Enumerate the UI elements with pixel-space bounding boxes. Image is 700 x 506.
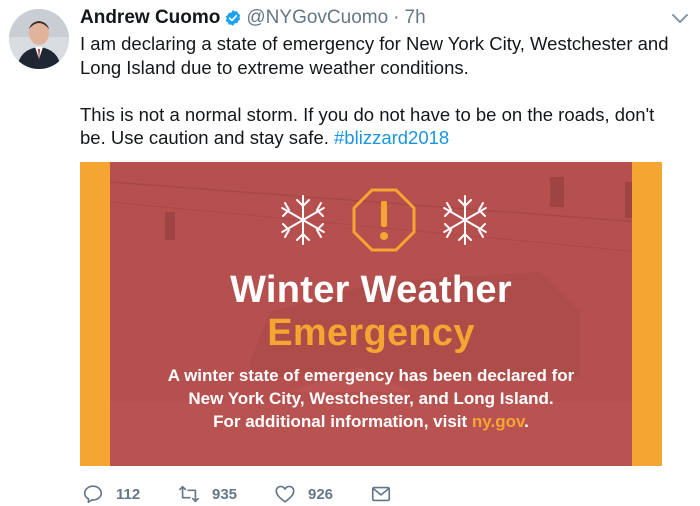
media-headline-winter-weather: Winter Weather bbox=[230, 269, 512, 311]
media-link-nygov: ny.gov bbox=[471, 412, 525, 431]
reply-button[interactable]: 112 bbox=[82, 483, 178, 505]
tweet-paragraph-2: This is not a normal storm. If you do no… bbox=[80, 103, 680, 150]
media-left-bar bbox=[80, 162, 110, 466]
retweet-button[interactable]: 935 bbox=[178, 483, 274, 505]
media-right-bar bbox=[632, 162, 662, 466]
media-body-line-3-text: For additional information, visit bbox=[213, 412, 472, 431]
chevron-down-icon[interactable] bbox=[672, 12, 688, 24]
separator-dot: · bbox=[393, 7, 400, 28]
tweet-header: Andrew Cuomo @NYGovCuomo · 7h bbox=[80, 6, 426, 30]
warning-octagon-icon bbox=[352, 188, 416, 252]
tweet-timestamp[interactable]: 7h bbox=[405, 7, 426, 29]
media-body-line-1: A winter state of emergency has been dec… bbox=[167, 366, 575, 385]
tweet-media-image[interactable]: Winter Weather Emergency A winter state … bbox=[80, 162, 662, 466]
retweet-icon bbox=[179, 485, 199, 503]
hashtag-link[interactable]: #blizzard2018 bbox=[334, 127, 449, 148]
media-body-line-2: New York City, Westchester, and Long Isl… bbox=[188, 389, 554, 408]
media-body-line-3: For additional information, visit ny.gov… bbox=[110, 410, 632, 433]
heart-icon bbox=[275, 485, 295, 503]
direct-message-button[interactable] bbox=[370, 483, 392, 505]
envelope-icon bbox=[371, 486, 391, 502]
verified-badge-icon bbox=[224, 9, 242, 27]
snowflake-icon bbox=[443, 195, 487, 245]
snowflake-icon bbox=[281, 195, 325, 245]
author-handle[interactable]: @NYGovCuomo bbox=[246, 7, 388, 29]
reply-icon bbox=[83, 485, 103, 504]
author-name[interactable]: Andrew Cuomo bbox=[80, 7, 220, 29]
tweet-text: I am declaring a state of emergency for … bbox=[80, 32, 680, 150]
tweet-actions: 112 935 926 bbox=[82, 482, 392, 506]
media-headline-emergency: Emergency bbox=[267, 312, 475, 354]
like-button[interactable]: 926 bbox=[274, 483, 370, 505]
avatar[interactable] bbox=[9, 9, 69, 69]
media-body-text: A winter state of emergency has been dec… bbox=[110, 364, 632, 433]
tweet-paragraph-1: I am declaring a state of emergency for … bbox=[80, 33, 669, 78]
reply-count: 112 bbox=[116, 485, 141, 503]
retweet-count: 935 bbox=[212, 485, 238, 503]
like-count: 926 bbox=[308, 485, 334, 503]
media-body-line-3-end: . bbox=[524, 412, 529, 431]
